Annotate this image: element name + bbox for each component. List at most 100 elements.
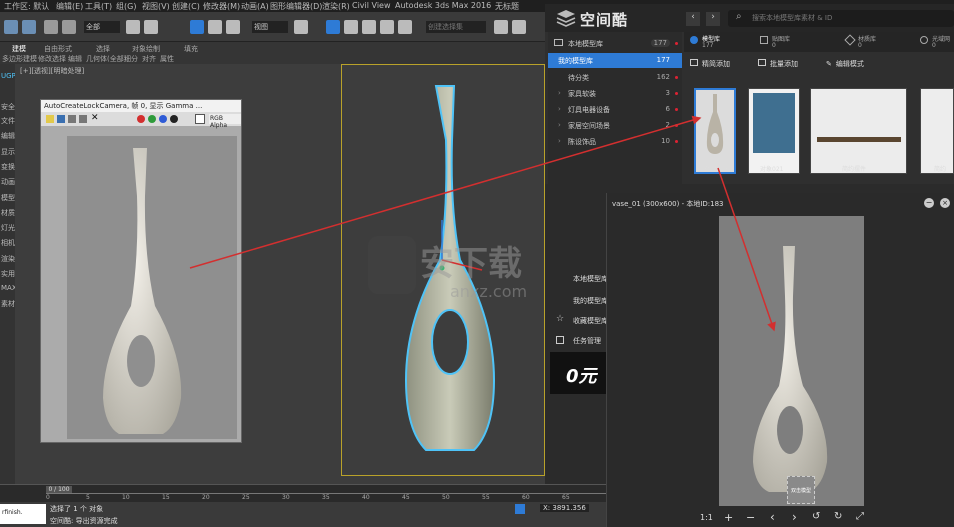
left-item-file[interactable]: 文件 bbox=[1, 116, 15, 126]
ribbon-tab-selection[interactable]: 选择 bbox=[96, 44, 110, 54]
snap-toggle-icon[interactable] bbox=[326, 20, 340, 34]
pivot-icon[interactable] bbox=[294, 20, 308, 34]
selection-filter-dropdown[interactable]: 全部 bbox=[84, 21, 120, 33]
selection-lock-icon[interactable] bbox=[515, 504, 525, 514]
ribbon-tab-populate[interactable]: 填充 bbox=[184, 44, 198, 54]
menu-group[interactable]: 组(G) bbox=[116, 1, 136, 12]
scale-icon[interactable] bbox=[226, 20, 240, 34]
ribbon-sub-edit[interactable]: 编辑 bbox=[68, 54, 82, 64]
unlink-icon[interactable] bbox=[62, 20, 76, 34]
left-item-utility[interactable]: 实用 bbox=[1, 269, 15, 279]
overlay-item-local[interactable]: 本地模型库 bbox=[573, 274, 608, 284]
left-item-transform[interactable]: 变换 bbox=[1, 162, 15, 172]
sidebar-item-my-library[interactable]: 我的模型库 177 bbox=[548, 53, 682, 68]
red-channel-icon[interactable] bbox=[137, 115, 145, 123]
link-icon[interactable] bbox=[44, 20, 58, 34]
move-icon[interactable] bbox=[190, 20, 204, 34]
time-slider-handle[interactable]: 0 / 100 bbox=[46, 486, 72, 493]
edit-named-sel-icon[interactable] bbox=[398, 20, 412, 34]
prev-button[interactable]: ‹ bbox=[770, 510, 775, 524]
rotate-icon[interactable] bbox=[208, 20, 222, 34]
batch-add-button[interactable]: 批量添加 bbox=[758, 59, 798, 69]
ribbon-sub-align[interactable]: 对齐 bbox=[142, 54, 156, 64]
sidebar-item-lighting[interactable]: › 灯具电器设备 6 bbox=[548, 102, 682, 117]
mirror-icon[interactable] bbox=[494, 20, 508, 34]
ribbon-tab-freeform[interactable]: 自由形式 bbox=[44, 44, 72, 54]
ribbon-sub-geometry-all[interactable]: 几何体(全部) bbox=[86, 54, 126, 64]
menu-modifiers[interactable]: 修改器(M) bbox=[203, 1, 240, 12]
left-item-model[interactable]: 模型 bbox=[1, 193, 15, 203]
left-item-display[interactable]: 显示 bbox=[1, 147, 15, 157]
sidebar-item-uncategorized[interactable]: 待分类 162 bbox=[548, 70, 682, 85]
color-swatch[interactable] bbox=[195, 114, 205, 124]
edit-mode-button[interactable]: ✎ 编辑模式 bbox=[826, 59, 864, 69]
overlay-item-tasks[interactable]: 任务管理 bbox=[573, 336, 601, 346]
save-image-icon[interactable] bbox=[46, 115, 54, 123]
menu-create[interactable]: 创建(C) bbox=[172, 1, 200, 12]
tab-texture-library[interactable]: 贴图库 0 bbox=[760, 34, 820, 50]
zoom-1to1-button[interactable]: 1:1 bbox=[700, 513, 713, 522]
sidebar-item-decor[interactable]: › 陈设饰品 10 bbox=[548, 134, 682, 149]
channel-dropdown[interactable]: RGB Alpha bbox=[209, 114, 241, 129]
menu-tools[interactable]: 工具(T) bbox=[85, 1, 112, 12]
green-channel-icon[interactable] bbox=[148, 115, 156, 123]
promo-banner[interactable]: 0元 bbox=[550, 352, 606, 394]
quick-add-button[interactable]: 精简添加 bbox=[690, 59, 730, 69]
left-item-assets[interactable]: 素材 bbox=[1, 299, 15, 309]
menu-graph-editors[interactable]: 图形编辑器(D) bbox=[270, 1, 322, 12]
overlay-item-favorites[interactable]: 收藏模型库 bbox=[573, 316, 608, 326]
alpha-channel-icon[interactable] bbox=[170, 115, 178, 123]
close-icon[interactable]: × bbox=[940, 198, 950, 208]
zoom-out-button[interactable]: − bbox=[746, 511, 755, 524]
redo-icon[interactable] bbox=[22, 20, 36, 34]
next-button[interactable]: › bbox=[792, 510, 797, 524]
select-object-icon[interactable] bbox=[126, 20, 140, 34]
clear-icon[interactable]: ✕ bbox=[91, 113, 99, 123]
left-item-light[interactable]: 灯光 bbox=[1, 223, 15, 233]
nav-back-button[interactable]: ‹ bbox=[686, 12, 700, 26]
undo-icon[interactable] bbox=[4, 20, 18, 34]
left-item-material[interactable]: 材质 bbox=[1, 208, 15, 218]
minimize-icon[interactable]: − bbox=[924, 198, 934, 208]
tab-material-library[interactable]: 材质库 0 bbox=[844, 34, 906, 50]
left-item-animation[interactable]: 动画 bbox=[1, 177, 15, 187]
fullscreen-button[interactable]: ⤢ bbox=[856, 511, 864, 522]
ribbon-sub-subdivision[interactable]: 细分 bbox=[124, 54, 138, 64]
align-icon[interactable] bbox=[512, 20, 526, 34]
copy-image-icon[interactable] bbox=[57, 115, 65, 123]
percent-snap-icon[interactable] bbox=[362, 20, 376, 34]
rendered-frame-title[interactable]: AutoCreateLockCamera, 帧 0, 显示 Gamma ... bbox=[41, 100, 241, 112]
sidebar-item-scenes[interactable]: › 家居空间场景 2 bbox=[548, 118, 682, 133]
ribbon-sub-modify-selection[interactable]: 修改选择 bbox=[38, 54, 66, 64]
left-item-safe[interactable]: 安全 bbox=[1, 102, 15, 112]
spinner-snap-icon[interactable] bbox=[380, 20, 394, 34]
ribbon-sub-properties[interactable]: 属性 bbox=[160, 54, 174, 64]
model-thumbnail-simple[interactable] bbox=[920, 88, 954, 174]
menu-render[interactable]: 渲染(R) bbox=[322, 1, 350, 12]
menu-edit[interactable]: 编辑(E) bbox=[56, 1, 83, 12]
maxscript-listener[interactable]: rfinish. bbox=[0, 504, 46, 524]
sidebar-item-furniture[interactable]: › 家具软装 3 bbox=[548, 86, 682, 101]
left-item-edit[interactable]: 编辑 bbox=[1, 131, 15, 141]
ribbon-tab-modeling[interactable]: 建模 bbox=[12, 44, 26, 54]
time-slider[interactable]: 0 / 100 0 5 10 15 20 25 30 35 40 45 50 5… bbox=[0, 484, 606, 502]
tab-model-library[interactable]: 模型库 177 bbox=[690, 34, 750, 50]
blue-channel-icon[interactable] bbox=[159, 115, 167, 123]
reference-coord-dropdown[interactable]: 视图 bbox=[252, 21, 288, 33]
left-item-render[interactable]: 渲染 bbox=[1, 254, 15, 264]
rendered-frame-window[interactable]: AutoCreateLockCamera, 帧 0, 显示 Gamma ... … bbox=[40, 99, 242, 443]
coord-x-field[interactable]: X: 3891.356 bbox=[540, 504, 589, 512]
ribbon-tab-object-paint[interactable]: 对象绘制 bbox=[132, 44, 160, 54]
menu-civil-view[interactable]: Civil View bbox=[352, 1, 391, 10]
select-by-name-icon[interactable] bbox=[144, 20, 158, 34]
overlay-item-mine[interactable]: 我的模型库 bbox=[573, 296, 608, 306]
model-thumbnail-vase[interactable] bbox=[694, 88, 736, 174]
model-thumbnail-object021[interactable] bbox=[748, 88, 800, 174]
nav-forward-button[interactable]: › bbox=[706, 12, 720, 26]
named-selection-input[interactable]: 创建选择集 bbox=[426, 21, 486, 33]
ribbon-sub-poly-modeling[interactable]: 多边形建模 bbox=[2, 54, 37, 64]
zoom-in-button[interactable]: + bbox=[724, 511, 733, 524]
menu-views[interactable]: 视图(V) bbox=[142, 1, 170, 12]
tab-ies-library[interactable]: 光域网 0 bbox=[920, 34, 954, 50]
workspace-label[interactable]: 工作区: 默认 bbox=[4, 1, 49, 12]
